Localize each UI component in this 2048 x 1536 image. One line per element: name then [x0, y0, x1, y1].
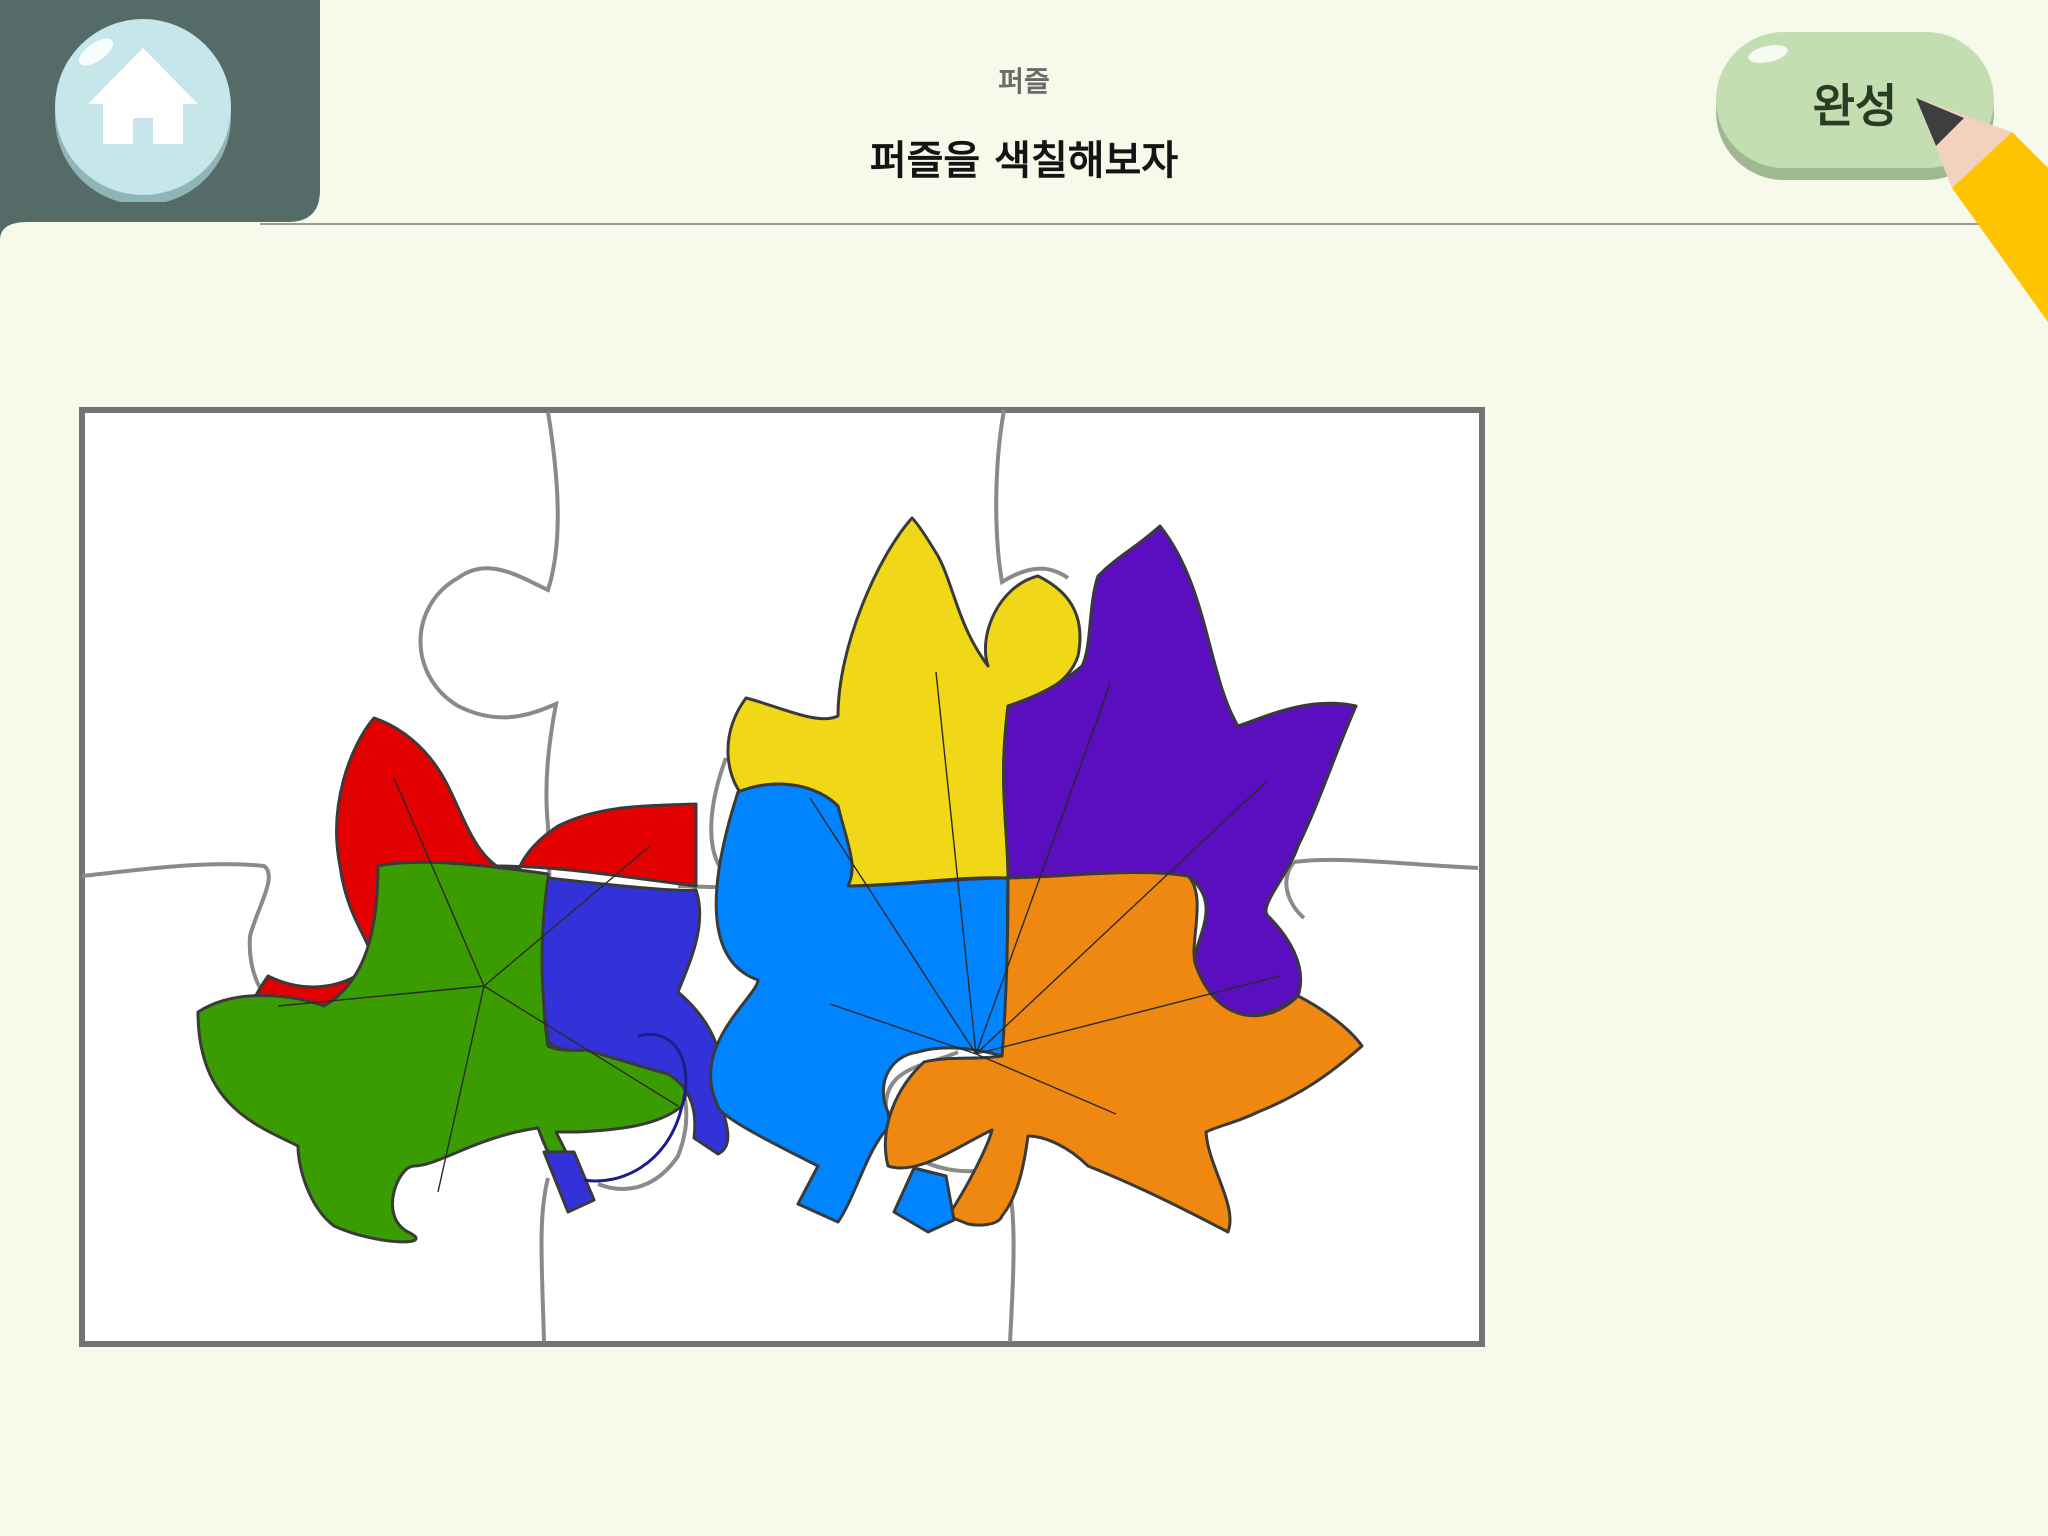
- pencil-icon: [1916, 98, 2048, 322]
- puzzle-screen: 퍼즐 퍼즐을 색칠해보자 완성: [0, 0, 2048, 1536]
- puzzle-board[interactable]: [78, 406, 1488, 1352]
